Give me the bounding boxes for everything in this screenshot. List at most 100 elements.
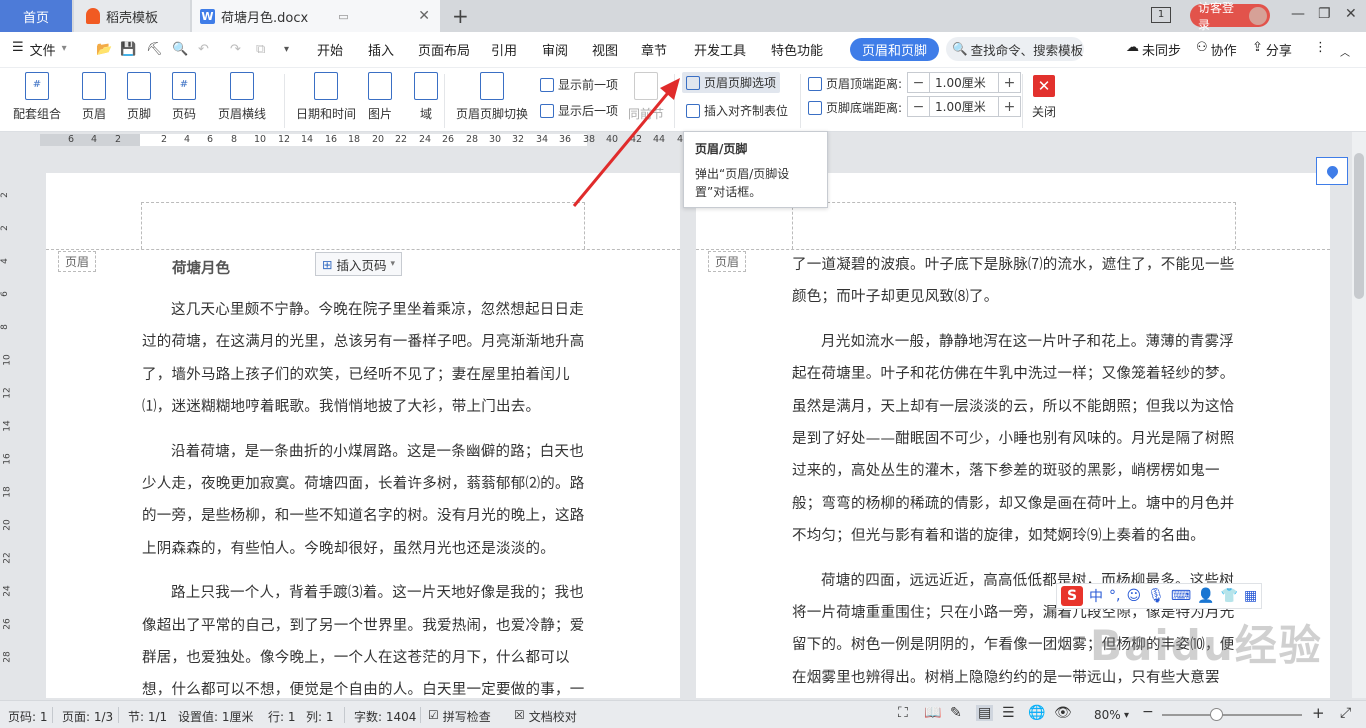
sync-button[interactable]: ☁ 未同步 — [1126, 40, 1181, 59]
edit-icon[interactable]: ✎ — [950, 705, 962, 721]
fit-page-icon[interactable]: ⤢ — [1340, 705, 1351, 721]
footer-dist-value[interactable]: 1.00厘米 — [929, 97, 999, 116]
status-page-of[interactable]: 页面: 1/3 — [62, 708, 113, 725]
status-section[interactable]: 节: 1/1 — [128, 708, 167, 725]
undo-icon[interactable]: ↶ — [198, 42, 209, 57]
print-preview-icon[interactable]: 🔍 — [172, 42, 188, 57]
tab-template[interactable]: 稻壳模板 — [74, 0, 190, 32]
vruler-tick-label: 26 — [2, 618, 13, 630]
menu-start[interactable]: 开始 — [317, 40, 343, 59]
picture-button[interactable]: 图片 — [368, 72, 392, 122]
status-page-no[interactable]: 页码: 1 — [8, 708, 48, 725]
emoji-icon[interactable]: ☺ — [1126, 588, 1141, 604]
punct-icon[interactable]: °, — [1109, 588, 1120, 604]
menu-view[interactable]: 视图 — [592, 40, 618, 59]
more-chevron-icon[interactable]: ▾ — [284, 44, 289, 55]
minus-icon[interactable]: − — [908, 75, 929, 91]
footer-button[interactable]: 页脚 — [127, 72, 151, 122]
ime-toolbar[interactable]: S 中 °, ☺ 🎙 ⌨ 👤 👕 ▦ — [1056, 583, 1262, 609]
grid-icon[interactable]: ▦ — [1244, 588, 1257, 604]
share-button[interactable]: ⇪ 分享 — [1252, 40, 1292, 59]
proof-button[interactable]: ☒ 文档校对 — [514, 708, 577, 725]
hf-switch-button[interactable]: 页眉页脚切换 — [456, 72, 528, 122]
more-icon[interactable]: ⋮ — [1314, 40, 1327, 55]
menu-developer[interactable]: 开发工具 — [694, 40, 746, 59]
read-mode-icon[interactable]: 📖 — [924, 705, 941, 721]
spell-check-button[interactable]: ☑ 拼写检查 — [428, 708, 491, 725]
open-icon[interactable]: 📂 — [96, 42, 112, 57]
field-button[interactable]: 域 — [414, 72, 438, 122]
insert-tab-button[interactable]: 插入对齐制表位 — [686, 102, 788, 119]
header-button[interactable]: 页眉 — [82, 72, 106, 122]
format-painter-icon[interactable]: ⛏ — [146, 42, 163, 57]
page-view-icon[interactable]: ▤ — [976, 705, 994, 721]
location-pin-icon[interactable] — [1316, 157, 1348, 185]
collapse-ribbon-icon[interactable]: ︿ — [1340, 44, 1350, 59]
header-line-label: 页眉横线 — [218, 107, 267, 121]
header-area[interactable] — [141, 202, 585, 249]
minimize-icon[interactable]: — — [1291, 6, 1305, 22]
footer-dist-stepper[interactable]: − 1.00厘米 + — [907, 96, 1021, 117]
skin-icon[interactable]: 👕 — [1221, 588, 1238, 604]
plus-icon[interactable]: + — [999, 75, 1020, 91]
close-tab-icon[interactable]: ✕ — [418, 8, 430, 24]
login-button[interactable]: 访客登录 — [1190, 1, 1270, 32]
copy-icon[interactable]: ⧉ — [256, 42, 265, 57]
zoom-out-icon[interactable]: − — [1142, 704, 1154, 720]
zoom-slider[interactable] — [1162, 714, 1302, 716]
window-badge-icon[interactable]: 1 — [1151, 7, 1171, 23]
close-window-icon[interactable]: ✕ — [1345, 6, 1357, 22]
save-icon[interactable]: 💾 — [120, 42, 136, 57]
status-bar: 页码: 1 页面: 1/3 节: 1/1 设置值: 1厘米 行: 1 列: 1 … — [0, 700, 1366, 728]
keyboard-icon[interactable]: ⌨ — [1171, 588, 1191, 604]
command-search[interactable]: 🔍 查找命令、搜索模板 — [946, 37, 1084, 61]
status-words[interactable]: 字数: 1404 — [354, 708, 416, 725]
zoom-slider-handle[interactable] — [1210, 708, 1223, 721]
status-setting[interactable]: 设置值: 1厘米 — [178, 708, 254, 725]
restore-icon[interactable]: ❐ — [1318, 6, 1331, 22]
page-number-button[interactable]: # 页码 — [172, 72, 196, 122]
combo-button[interactable]: # 配套组合 — [13, 72, 61, 122]
web-view-icon[interactable]: 🌐 — [1028, 705, 1045, 721]
date-time-button[interactable]: 日期和时间 — [296, 72, 356, 122]
user-icon[interactable]: 👤 — [1197, 588, 1214, 604]
menu-review[interactable]: 审阅 — [542, 40, 568, 59]
header-area[interactable] — [792, 202, 1236, 249]
header-dist-value[interactable]: 1.00厘米 — [929, 73, 999, 92]
insert-page-number-button[interactable]: ⊞ 插入页码 ▾ — [315, 252, 403, 276]
file-menu[interactable]: ☰ 文件 ▾ — [12, 40, 67, 59]
header-dist-stepper[interactable]: − 1.00厘米 + — [907, 72, 1021, 93]
minus-icon[interactable]: − — [908, 99, 929, 115]
status-row[interactable]: 行: 1 — [268, 708, 296, 725]
scrollbar-thumb[interactable] — [1354, 153, 1364, 299]
header-line-button[interactable]: 页眉横线 — [218, 72, 266, 122]
mic-icon[interactable]: 🎙 — [1147, 588, 1165, 604]
menu-insert[interactable]: 插入 — [368, 40, 394, 59]
page-1[interactable]: 页眉 荷塘月色 ⊞ 插入页码 ▾ 这几天心里颇不宁静。今晚在院子里坐着乘凉，忽然… — [46, 173, 680, 698]
menu-layout[interactable]: 页面布局 — [418, 40, 470, 59]
hf-options-button[interactable]: 页眉页脚选项 — [682, 72, 781, 93]
status-col[interactable]: 列: 1 — [306, 708, 334, 725]
collab-button[interactable]: ⚇ 协作 — [1196, 40, 1237, 59]
redo-icon[interactable]: ↷ — [230, 42, 241, 57]
new-tab-button[interactable]: + — [452, 4, 469, 28]
menu-features[interactable]: 特色功能 — [771, 40, 823, 59]
menu-header-footer[interactable]: 页眉和页脚 — [850, 38, 940, 61]
zoom-in-icon[interactable]: + — [1312, 704, 1325, 722]
menu-chapter[interactable]: 章节 — [641, 40, 667, 59]
menu-reference[interactable]: 引用 — [491, 40, 517, 59]
chevron-down-icon[interactable]: ▾ — [1124, 710, 1129, 721]
tab-screen-icon[interactable]: ▭ — [338, 10, 348, 23]
plus-icon[interactable]: + — [999, 99, 1020, 115]
tab-home[interactable]: 首页 — [0, 0, 72, 32]
eye-protect-icon[interactable]: 👁 — [1054, 705, 1072, 721]
fullscreen-icon[interactable]: ⛶ — [898, 705, 908, 721]
ruler-tick-label: 2 — [161, 134, 168, 145]
tab-document[interactable]: W 荷塘月色.docx ▭ ✕ — [192, 0, 440, 32]
page1-body[interactable]: 这几天心里颇不宁静。今晚在院子里坐着乘凉，忽然想起日日走过的荷塘，在这满月的光里… — [142, 294, 586, 698]
header-tag: 页眉 — [708, 251, 747, 272]
close-hf-button[interactable]: ✕ 关闭 — [1032, 75, 1056, 120]
ime-lang[interactable]: 中 — [1089, 586, 1103, 606]
zoom-level[interactable]: 80% — [1094, 708, 1121, 722]
outline-icon[interactable]: ☰ — [1002, 705, 1015, 721]
